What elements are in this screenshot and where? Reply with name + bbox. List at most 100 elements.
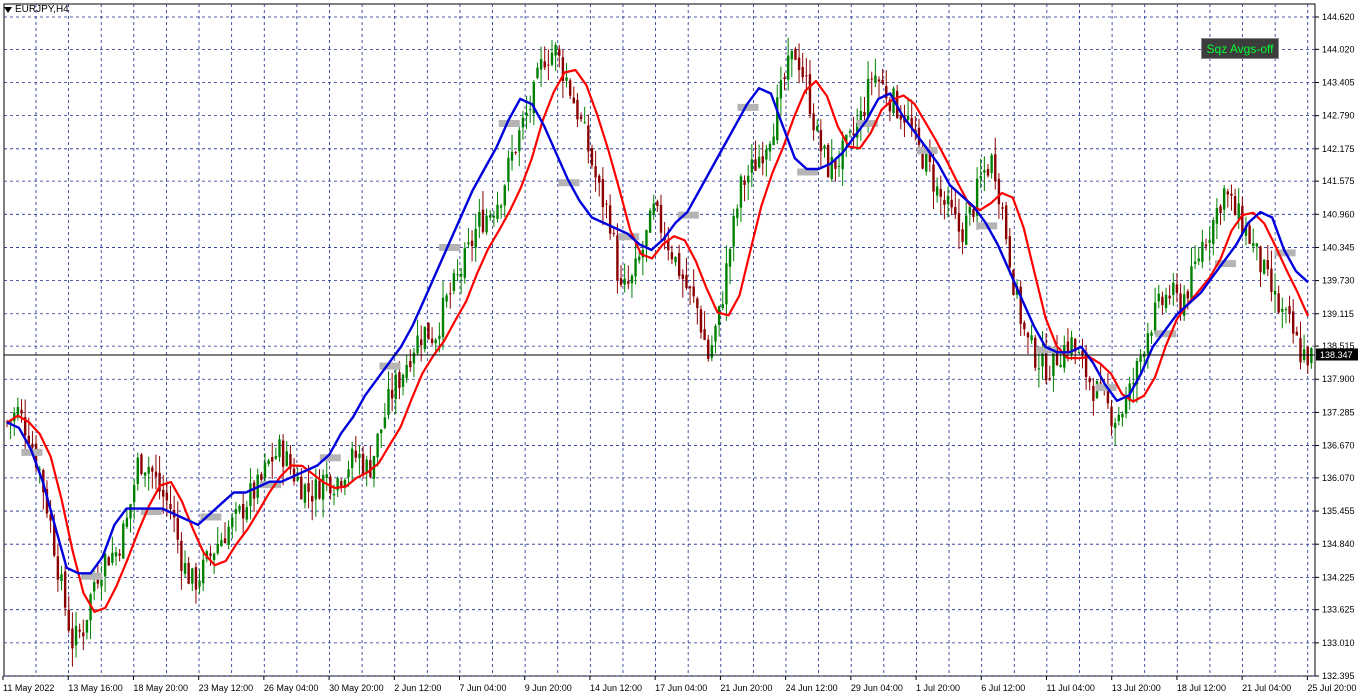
x-tick-label: 18 Jul 12:00: [1177, 683, 1226, 693]
candle-body: [710, 345, 714, 358]
candle-body: [191, 568, 194, 584]
candle-body: [438, 335, 441, 340]
candle-body: [739, 176, 743, 208]
x-tick-label: 9 Jun 20:00: [525, 683, 572, 693]
candle-body: [750, 159, 754, 173]
y-tick-label: 142.790: [1322, 111, 1355, 121]
candle-body: [1281, 308, 1284, 312]
candle-body: [939, 188, 942, 197]
candle-body: [983, 170, 986, 173]
candle-body: [717, 306, 721, 326]
candle-body: [979, 176, 982, 179]
candle-body: [441, 297, 445, 338]
candle-body: [579, 116, 583, 120]
candle-body: [1172, 282, 1175, 295]
candle-body: [765, 149, 768, 160]
candle-body: [151, 467, 154, 472]
candle-body: [837, 165, 841, 167]
candle-body: [347, 469, 350, 478]
candle-body: [249, 483, 252, 507]
candle-body: [692, 286, 695, 297]
candle-body: [616, 235, 619, 281]
x-tick-label: 6 Jul 12:00: [981, 683, 1025, 693]
candle-body: [1139, 355, 1142, 362]
candle-body: [1204, 244, 1208, 247]
y-tick-label: 144.620: [1322, 12, 1355, 22]
candle-body: [619, 278, 623, 285]
candle-body: [757, 156, 761, 168]
candle-body: [1219, 206, 1222, 213]
candle-body: [296, 476, 299, 481]
candle-body: [1193, 261, 1197, 264]
candle-body: [401, 374, 405, 387]
candle-body: [997, 178, 1001, 205]
candle-body: [478, 211, 481, 227]
candle-body: [165, 492, 169, 501]
y-tick-label: 137.285: [1322, 407, 1355, 417]
price-chart[interactable]: 144.620 144.020 143.405 142.790 142.175 141.5…: [0, 0, 1362, 700]
candle-body: [1124, 398, 1128, 414]
candle-body: [132, 485, 136, 503]
dropdown-triangle-icon[interactable]: [4, 6, 12, 13]
candle-body: [459, 273, 463, 277]
x-tick-label: 11 Jul 04:00: [1046, 683, 1094, 693]
x-tick-label: 18 May 20:00: [133, 683, 188, 693]
candle-body: [634, 258, 637, 277]
candle-body: [732, 215, 735, 247]
candle-body: [743, 180, 746, 186]
candle-body: [354, 450, 357, 458]
candle-body: [779, 80, 783, 99]
candle-body: [198, 580, 201, 587]
symbol-timeframe: EURJPY,H4: [15, 4, 69, 15]
x-tick-label: 23 May 12:00: [199, 683, 254, 693]
candle-body: [659, 205, 663, 233]
candle-body: [416, 335, 419, 354]
x-tick-label: 1 Jul 20:00: [916, 683, 960, 693]
candle-body: [271, 457, 274, 462]
candle-body: [1110, 406, 1113, 427]
candle-body: [220, 540, 223, 547]
candle-body: [990, 155, 993, 173]
candle-body: [474, 228, 477, 248]
candle-body: [63, 571, 67, 608]
candle-body: [543, 61, 546, 68]
candle-body: [1237, 203, 1240, 219]
candle-body: [1121, 413, 1124, 418]
candle-body: [136, 457, 139, 485]
candle-body: [950, 199, 953, 208]
x-axis: 11 May 2022 13 May 16:00 18 May 20:00 23 Ma…: [2, 676, 1356, 693]
candle-body: [1288, 306, 1291, 314]
candle-body: [434, 339, 437, 344]
sqz-avgs-toggle-button[interactable]: Sqz Avgs-off: [1201, 38, 1279, 59]
candle-body: [212, 553, 216, 561]
candle-body: [674, 256, 677, 263]
candle-body: [125, 517, 129, 527]
candle-body: [1157, 293, 1160, 302]
candle-body: [1150, 332, 1153, 336]
candle-body: [420, 339, 423, 346]
candle-body: [300, 476, 303, 500]
candle-body: [576, 99, 579, 120]
candle-body: [154, 471, 158, 477]
candle-body: [1197, 258, 1200, 262]
candle-body: [863, 111, 866, 117]
candle-body: [714, 325, 717, 342]
candle-body: [114, 552, 118, 557]
candle-body: [605, 203, 608, 205]
candle-body: [539, 59, 543, 70]
y-tick-label: 142.175: [1322, 144, 1355, 154]
candle-body: [819, 130, 823, 152]
y-axis: 144.620 144.020 143.405 142.790 142.175 141.5…: [1315, 12, 1355, 681]
candle-body: [180, 540, 183, 572]
candle-body: [932, 164, 935, 192]
candle-body: [231, 517, 234, 527]
candle-body: [1037, 368, 1041, 370]
candle-body: [209, 553, 212, 557]
candle-body: [568, 80, 572, 96]
candle-body: [525, 112, 528, 116]
candle-body: [881, 79, 884, 84]
candle-body: [1004, 205, 1008, 240]
candle-body: [492, 215, 496, 218]
candle-body: [85, 619, 89, 633]
plot-area[interactable]: [3, 3, 1316, 677]
